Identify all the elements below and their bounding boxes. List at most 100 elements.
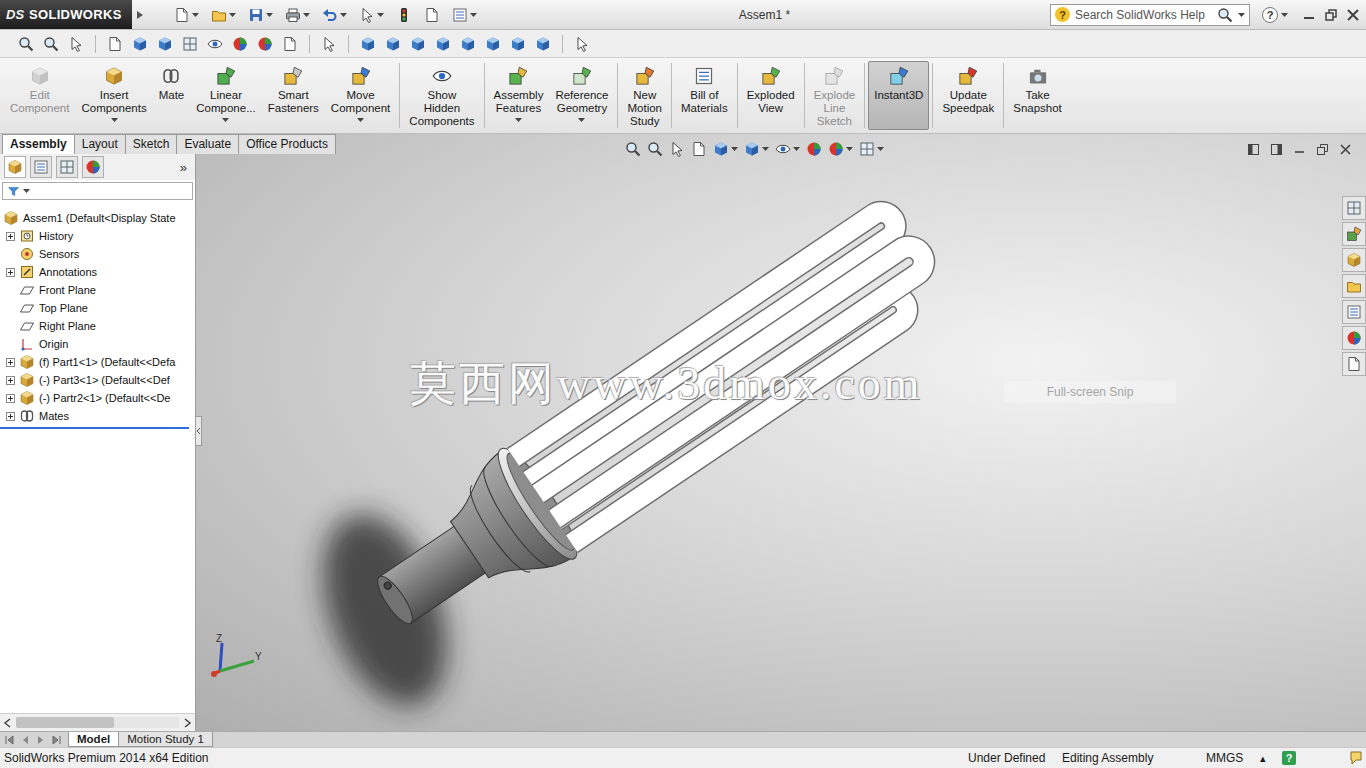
- quick-access-button[interactable]: [450, 5, 479, 25]
- quick-access-button[interactable]: [320, 5, 349, 25]
- tree-item[interactable]: Top Plane: [0, 299, 195, 317]
- magnifier-icon[interactable]: [1217, 7, 1233, 23]
- quick-access-button[interactable]: [209, 5, 238, 25]
- minimize-icon[interactable]: [1293, 143, 1306, 156]
- tree-item[interactable]: (-) Part3<1> (Default<<Def: [0, 371, 195, 389]
- command-tab[interactable]: Evaluate: [176, 134, 239, 154]
- command-button[interactable]: LinearCompone...: [190, 61, 261, 130]
- task-pane-tab[interactable]: [1342, 196, 1366, 220]
- toolbar-button[interactable]: [533, 34, 553, 54]
- dropdown-caret-icon[interactable]: [877, 147, 884, 151]
- manager-tab[interactable]: [56, 156, 78, 178]
- toolbar-button[interactable]: [155, 34, 175, 54]
- toolbar-button[interactable]: [105, 34, 125, 54]
- manager-tab[interactable]: [82, 156, 104, 178]
- scroll-left-icon[interactable]: [2, 717, 14, 729]
- command-button[interactable]: EditComponent: [4, 61, 75, 130]
- graphics-area[interactable]: 莫西网www.3dmox.comFull-screen SnipZY: [196, 134, 1366, 731]
- dropdown-caret-icon[interactable]: [846, 147, 853, 151]
- first-tab-icon[interactable]: [2, 734, 16, 746]
- help-button[interactable]: ?: [1262, 7, 1288, 23]
- dropdown-caret-icon[interactable]: [222, 118, 229, 122]
- command-button[interactable]: AssemblyFeatures: [488, 61, 550, 130]
- dropdown-caret-icon[interactable]: [793, 147, 800, 151]
- task-pane-tab[interactable]: [1342, 222, 1366, 246]
- close-icon[interactable]: [1346, 8, 1360, 22]
- command-button[interactable]: SmartFasteners: [262, 61, 325, 130]
- status-help-button[interactable]: ?: [1282, 751, 1296, 765]
- last-tab-icon[interactable]: [50, 734, 64, 746]
- dropdown-caret-icon[interactable]: [762, 147, 769, 151]
- command-tab[interactable]: Sketch: [125, 134, 178, 154]
- tree-item[interactable]: Front Plane: [0, 281, 195, 299]
- command-button[interactable]: Mate: [153, 61, 191, 130]
- tree-item[interactable]: (-) Partr2<1> (Default<<De: [0, 389, 195, 407]
- task-pane-tab[interactable]: [1342, 300, 1366, 324]
- command-tab[interactable]: Assembly: [2, 134, 75, 154]
- document-tab[interactable]: Motion Study 1: [118, 732, 213, 747]
- dropdown-caret-icon[interactable]: [23, 189, 30, 193]
- task-pane-tab[interactable]: [1342, 248, 1366, 272]
- command-tab[interactable]: Layout: [74, 134, 126, 154]
- dropdown-caret-icon[interactable]: [731, 147, 738, 151]
- tree-filter[interactable]: [2, 182, 193, 200]
- dropdown-caret-icon[interactable]: [192, 13, 199, 17]
- toolbar-button[interactable]: [41, 34, 61, 54]
- quick-access-button[interactable]: [283, 5, 312, 25]
- tree-item[interactable]: Mates: [0, 407, 195, 425]
- tree-item[interactable]: Right Plane: [0, 317, 195, 335]
- command-button[interactable]: ReferenceGeometry: [549, 61, 614, 130]
- toolbar-button[interactable]: [66, 34, 86, 54]
- quick-access-button[interactable]: [394, 5, 414, 25]
- dropdown-caret-icon[interactable]: [578, 118, 585, 122]
- tree-item[interactable]: Origin: [0, 335, 195, 353]
- menu-arrow-icon[interactable]: [136, 10, 144, 20]
- document-tab[interactable]: Model: [68, 732, 119, 747]
- search-box[interactable]: ?Search SolidWorks Help: [1050, 4, 1250, 26]
- view-tool-button[interactable]: [647, 141, 663, 157]
- view-tool-button[interactable]: [775, 141, 800, 157]
- next-tab-icon[interactable]: [34, 734, 48, 746]
- toolbar-button[interactable]: [383, 34, 403, 54]
- app-logo[interactable]: DSSOLIDWORKS: [0, 0, 132, 29]
- more-tabs-button[interactable]: »: [180, 160, 191, 175]
- task-pane-tab[interactable]: [1342, 326, 1366, 350]
- quick-access-button[interactable]: [357, 5, 386, 25]
- expand-plus-icon[interactable]: [6, 376, 15, 385]
- task-pane-tab[interactable]: [1342, 352, 1366, 376]
- toolbar-button[interactable]: [205, 34, 225, 54]
- units-menu-arrow[interactable]: ▴: [1260, 752, 1282, 765]
- dropdown-caret-icon[interactable]: [1238, 13, 1245, 17]
- command-button[interactable]: TakeSnapshot: [1007, 61, 1068, 130]
- tree-item[interactable]: History: [0, 227, 195, 245]
- scrollbar-thumb[interactable]: [16, 717, 114, 728]
- tree-item[interactable]: Sensors: [0, 245, 195, 263]
- command-button[interactable]: MoveComponent: [325, 61, 396, 130]
- previous-tab-icon[interactable]: [18, 734, 32, 746]
- dropdown-caret-icon[interactable]: [303, 13, 310, 17]
- dropdown-caret-icon[interactable]: [111, 118, 118, 122]
- tile-left-icon[interactable]: [1247, 143, 1260, 156]
- toolbar-button[interactable]: [483, 34, 503, 54]
- minimize-icon[interactable]: [1302, 8, 1316, 22]
- toolbar-button[interactable]: [433, 34, 453, 54]
- command-button[interactable]: Bill ofMaterials: [675, 61, 734, 130]
- dropdown-caret-icon[interactable]: [340, 13, 347, 17]
- tree-item[interactable]: Annotations: [0, 263, 195, 281]
- tree-item[interactable]: Assem1 (Default<Display State: [0, 209, 195, 227]
- rollback-bar[interactable]: [0, 427, 189, 429]
- quick-access-button[interactable]: [422, 5, 442, 25]
- toolbar-button[interactable]: [180, 34, 200, 54]
- view-tool-button[interactable]: [625, 141, 641, 157]
- command-button[interactable]: ExplodedView: [741, 61, 801, 130]
- manager-tab[interactable]: [4, 156, 26, 178]
- tile-right-icon[interactable]: [1270, 143, 1283, 156]
- command-button[interactable]: InsertComponents: [75, 61, 152, 130]
- restore-icon[interactable]: [1316, 143, 1329, 156]
- dropdown-caret-icon[interactable]: [266, 13, 273, 17]
- toolbar-button[interactable]: [319, 34, 339, 54]
- expand-plus-icon[interactable]: [6, 412, 15, 421]
- toolbar-button[interactable]: [458, 34, 478, 54]
- view-tool-button[interactable]: [744, 141, 769, 157]
- command-button[interactable]: ShowHiddenComponents: [403, 61, 480, 130]
